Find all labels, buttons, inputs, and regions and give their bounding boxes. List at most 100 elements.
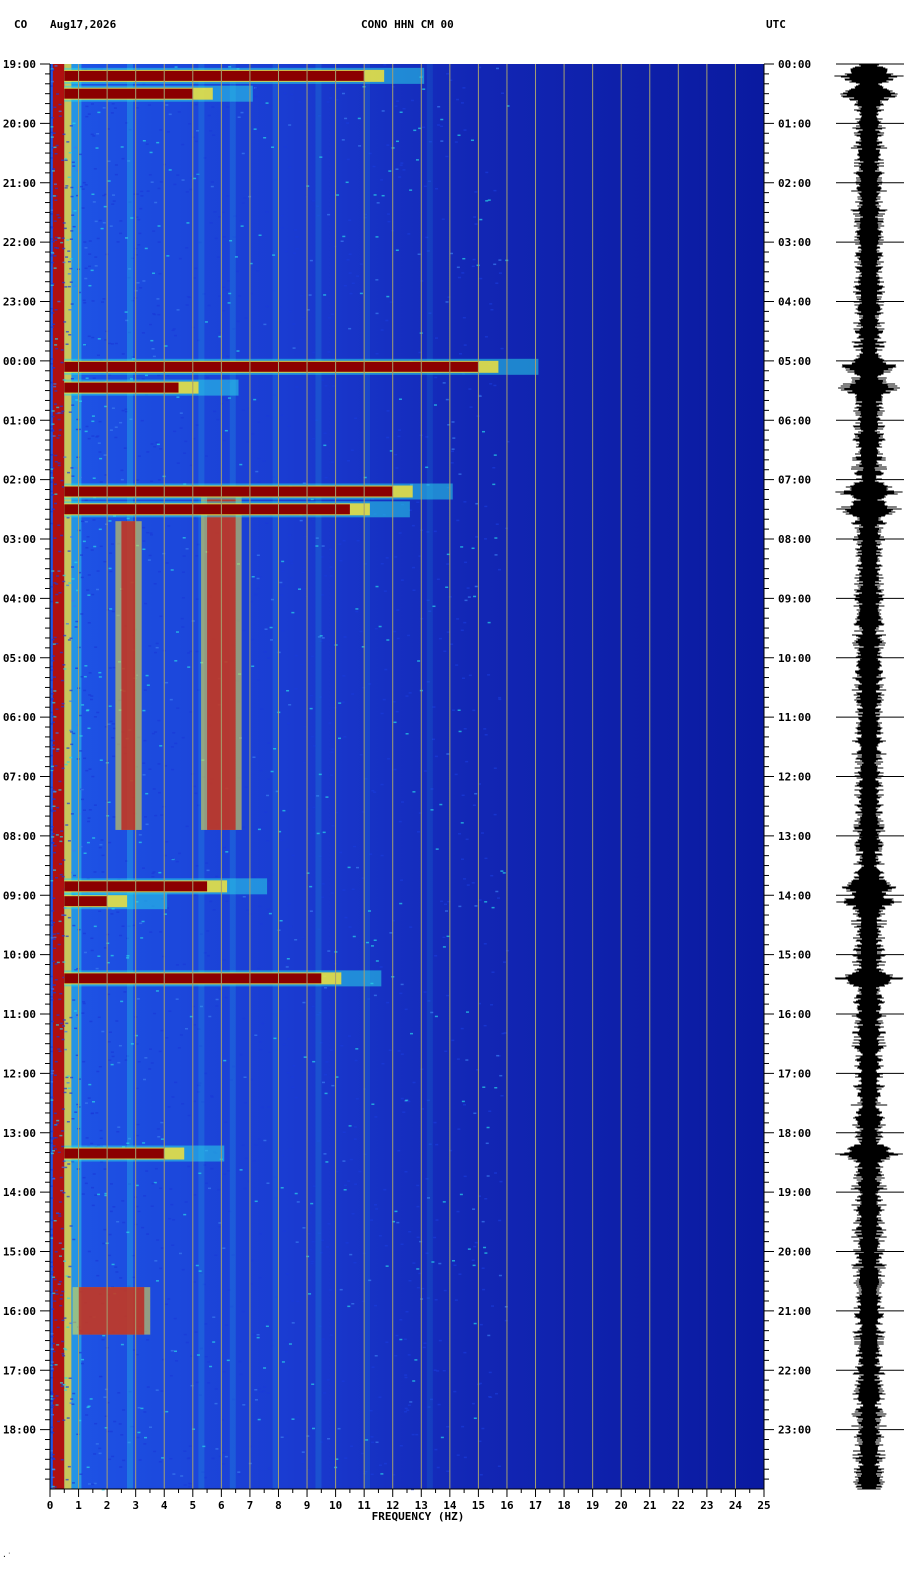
noise-speck	[51, 69, 55, 71]
noise-speck	[94, 1194, 98, 1196]
noise-speck	[167, 1298, 171, 1300]
noise-speck	[171, 1244, 175, 1246]
noise-speck	[224, 1121, 228, 1123]
noise-speck	[98, 910, 102, 913]
left-time-tick-label: 10:00	[3, 949, 36, 962]
noise-speck	[181, 626, 185, 628]
noise-speck	[237, 116, 241, 118]
noise-speck	[138, 834, 142, 836]
noise-speck	[484, 857, 488, 860]
noise-speck	[82, 181, 86, 184]
noise-speck	[120, 146, 124, 148]
noise-speck	[192, 785, 196, 788]
noise-speck	[157, 1136, 161, 1138]
left-time-tick-label: 15:00	[3, 1246, 36, 1259]
noise-speck	[73, 874, 77, 877]
noise-speck	[75, 1015, 79, 1018]
noise-speck	[451, 709, 455, 711]
noise-speck	[61, 1130, 65, 1132]
noise-speck	[303, 1056, 307, 1058]
noise-speck	[98, 676, 102, 678]
noise-speck	[81, 1012, 85, 1014]
noise-speck	[93, 804, 97, 806]
x-tick-label: 8	[275, 1499, 282, 1512]
noise-speck	[64, 1030, 68, 1033]
noise-speck	[310, 1260, 314, 1263]
noise-speck	[259, 923, 263, 925]
noise-speck	[323, 1153, 327, 1155]
noise-speck	[51, 744, 55, 746]
noise-speck	[297, 588, 301, 590]
noise-speck	[263, 1386, 267, 1388]
noise-speck	[403, 1338, 407, 1340]
noise-speck	[148, 554, 152, 557]
noise-speck	[298, 100, 302, 103]
noise-speck	[454, 1299, 458, 1301]
noise-speck	[111, 737, 115, 739]
noise-speck	[487, 674, 491, 676]
noise-speck	[347, 866, 351, 869]
noise-speck	[408, 692, 412, 694]
noise-speck	[112, 755, 116, 758]
noise-speck	[404, 1374, 408, 1376]
noise-speck	[258, 576, 262, 578]
noise-speck	[222, 286, 226, 289]
right-time-tick-label: 08:00	[778, 533, 811, 546]
noise-speck	[94, 265, 98, 267]
noise-speck	[496, 897, 500, 899]
noise-speck	[50, 80, 54, 83]
noise-speck	[326, 1246, 330, 1248]
noise-speck	[474, 792, 478, 795]
noise-speck	[484, 336, 488, 338]
noise-speck	[93, 1453, 97, 1455]
noise-speck	[327, 1437, 331, 1440]
noise-speck	[251, 433, 255, 435]
noise-speck	[343, 1184, 347, 1187]
noise-speck	[303, 725, 307, 728]
noise-speck	[81, 188, 85, 190]
noise-speck	[170, 746, 174, 748]
noise-speck	[158, 272, 162, 275]
noise-speck	[51, 721, 55, 724]
noise-speck	[188, 1482, 192, 1485]
noise-speck	[301, 1460, 305, 1462]
noise-speck	[467, 1248, 471, 1250]
noise-speck	[50, 693, 54, 695]
noise-speck	[51, 960, 55, 963]
noise-speck	[442, 1369, 446, 1372]
noise-speck	[50, 85, 54, 87]
noise-speck	[217, 1188, 221, 1191]
noise-speck	[458, 1273, 462, 1275]
noise-speck	[255, 470, 259, 473]
noise-speck	[502, 872, 506, 874]
noise-speck	[298, 1010, 302, 1012]
noise-speck	[112, 1206, 116, 1208]
noise-speck	[497, 568, 501, 571]
noise-speck	[78, 153, 82, 156]
noise-speck	[150, 1205, 154, 1207]
noise-speck	[288, 166, 292, 168]
noise-speck	[169, 698, 173, 701]
noise-speck	[328, 722, 332, 724]
noise-speck	[440, 125, 444, 128]
noise-speck	[354, 1183, 358, 1185]
noise-speck	[415, 1433, 419, 1436]
noise-speck	[109, 570, 113, 573]
noise-speck	[91, 1186, 95, 1189]
noise-speck	[63, 914, 67, 916]
noise-speck	[311, 1005, 315, 1008]
noise-speck	[207, 1382, 211, 1384]
noise-speck	[457, 134, 461, 137]
noise-speck	[69, 238, 73, 240]
noise-speck	[309, 707, 313, 710]
noise-speck	[178, 852, 182, 855]
noise-speck	[462, 677, 466, 680]
event-band-core	[64, 382, 179, 393]
noise-speck	[53, 483, 57, 485]
noise-speck	[443, 650, 447, 653]
noise-speck	[156, 141, 160, 144]
noise-speck	[160, 814, 164, 816]
noise-speck	[161, 1457, 165, 1459]
noise-speck	[64, 763, 68, 766]
noise-speck	[400, 1243, 404, 1246]
